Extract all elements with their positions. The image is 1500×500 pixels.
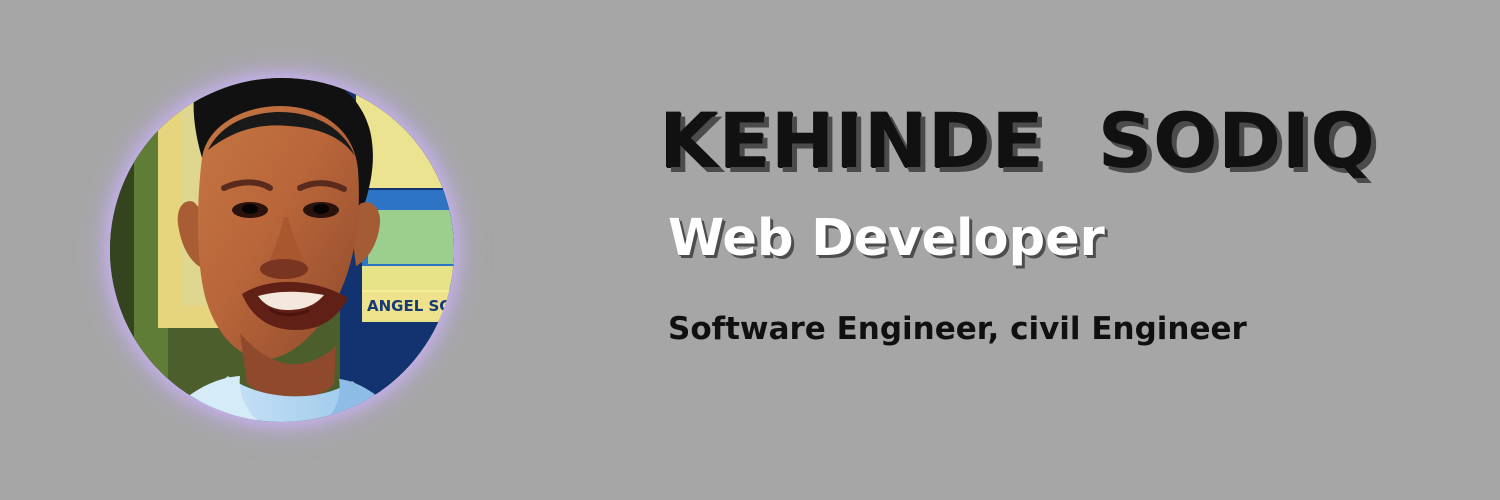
- profile-tagline: Software Engineer, civil Engineer: [668, 311, 1247, 347]
- profile-banner: ANGEL SC KEHINDE SODIQ Web Developer Sof…: [0, 0, 1500, 500]
- sign-text: ANGEL SC: [367, 297, 450, 315]
- profile-text: KEHINDE SODIQ Web Developer Software Eng…: [655, 0, 1455, 500]
- profile-photo: ANGEL SC: [110, 78, 454, 422]
- profile-photo-illustration: ANGEL SC: [110, 78, 454, 422]
- profile-role: Web Developer: [668, 209, 1105, 268]
- profile-name: KEHINDE SODIQ: [659, 96, 1376, 185]
